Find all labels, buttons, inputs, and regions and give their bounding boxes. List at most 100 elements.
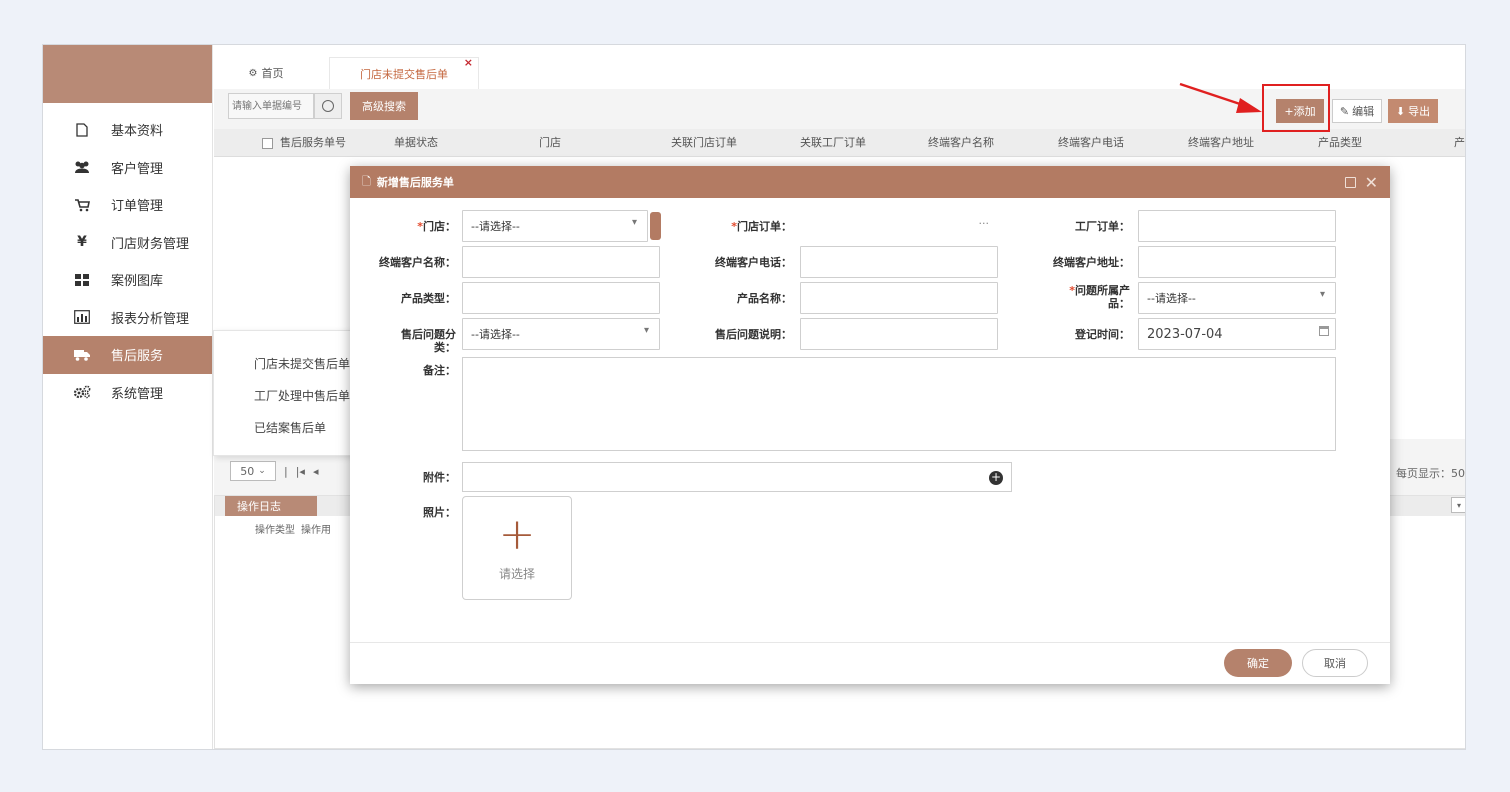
photo-placeholder: 请选择 — [498, 566, 535, 581]
register-time-value: 2023-07-04 — [1147, 326, 1223, 342]
column-header[interactable]: 终端客户名称 — [928, 129, 994, 157]
store-select-value: --请选择-- — [471, 220, 520, 233]
column-header[interactable]: 关联工厂订单 — [800, 129, 866, 157]
remarks-textarea[interactable] — [462, 357, 1336, 451]
customer-name-field[interactable] — [462, 246, 660, 278]
product-type-field[interactable] — [462, 282, 660, 314]
sidebar-nav: 基本资料 客户管理 订单管理 ¥ 门店财务管理 案例图库 报表分析管理 售后服务… — [43, 111, 212, 411]
cancel-button[interactable]: 取消 — [1302, 649, 1368, 677]
problem-category-value: --请选择-- — [471, 328, 520, 341]
page-size-info: 每页显示：50 — [1396, 467, 1465, 480]
gears-icon: ⚙ — [248, 67, 258, 79]
highlight-box — [1262, 84, 1330, 132]
photo-label: 照片： — [423, 506, 456, 519]
page-size-select[interactable]: 50 ⌄ — [230, 461, 276, 481]
photo-upload[interactable]: + 请选择 — [462, 496, 572, 600]
sidebar-item-reports[interactable]: 报表分析管理 — [43, 299, 212, 337]
tab-bar: ⚙ 首页 门店未提交售后单 × — [214, 45, 1465, 89]
sidebar-item-system[interactable]: 系统管理 — [43, 374, 212, 412]
calendar-icon[interactable] — [1319, 326, 1329, 336]
grid-header: 售后服务单号 单据状态 门店 关联门店订单 关联工厂订单 终端客户名称 终端客户… — [214, 129, 1465, 157]
first-page-icon[interactable]: |◂ — [296, 465, 305, 478]
sidebar-item-label: 案例图库 — [111, 274, 164, 290]
column-header[interactable]: 售后服务单号 — [280, 129, 346, 157]
tab-label: 门店未提交售后单 — [360, 67, 448, 81]
edit-icon: ✎ — [1339, 104, 1350, 118]
close-icon[interactable]: ✕ — [1365, 166, 1378, 198]
sidebar-item-orders[interactable]: 订单管理 — [43, 186, 212, 224]
problem-desc-label: 售后问题说明： — [715, 328, 792, 341]
tab-operation-log[interactable]: 操作日志 — [225, 496, 317, 516]
column-header[interactable]: 关联门店订单 — [671, 129, 737, 157]
close-icon[interactable]: × — [464, 56, 473, 69]
tab-store-unsubmitted[interactable]: 门店未提交售后单 × — [329, 56, 479, 89]
confirm-button[interactable]: 确定 — [1224, 649, 1292, 677]
sidebar-item-label: 客户管理 — [111, 161, 164, 177]
attachment-field[interactable]: + — [462, 462, 1012, 492]
sidebar-item-after-sales[interactable]: 售后服务 — [43, 336, 212, 374]
dialog-footer: 确定 取消 — [350, 642, 1390, 684]
file-icon: 🗋 — [362, 174, 371, 188]
pager-separator: | — [284, 464, 288, 478]
customer-address-label: 终端客户地址： — [1053, 256, 1130, 269]
problem-product-select[interactable]: --请选择-- — [1138, 282, 1336, 314]
problem-desc-field[interactable] — [800, 318, 998, 350]
search-button[interactable] — [314, 93, 342, 119]
logo — [43, 45, 212, 103]
column-header[interactable]: 产品类型 — [1318, 129, 1362, 157]
dialog-body: *门店： --请选择-- *门店订单： ··· 工厂订单： 终端客户名称： 终端… — [350, 198, 1390, 684]
product-name-field[interactable] — [800, 282, 998, 314]
column-header[interactable]: 终端客户地址 — [1188, 129, 1254, 157]
sidebar-item-label: 订单管理 — [111, 199, 164, 215]
store-select[interactable]: --请选择-- — [462, 210, 648, 242]
problem-product-label: *问题所属产 品： — [1069, 284, 1130, 310]
sidebar-item-label: 系统管理 — [111, 386, 164, 402]
sidebar-item-customers[interactable]: 客户管理 — [43, 149, 212, 187]
yen-icon: ¥ — [77, 234, 87, 251]
tab-home[interactable]: ⚙ 首页 — [226, 57, 306, 89]
problem-category-label: 售后问题分 类： — [401, 328, 456, 354]
search-input[interactable] — [228, 93, 314, 119]
users-icon — [71, 159, 93, 175]
log-column-header: 操作用 — [301, 524, 331, 536]
chevron-down-icon: ⌄ — [258, 466, 266, 476]
problem-category-select[interactable]: --请选择-- — [462, 318, 660, 350]
dialog-header: 🗋 新增售后服务单 ✕ — [350, 166, 1390, 198]
customer-phone-field[interactable] — [800, 246, 998, 278]
sidebar-item-label: 售后服务 — [111, 349, 164, 365]
add-circle-icon[interactable]: + — [989, 471, 1003, 485]
column-header[interactable]: 单据状态 — [394, 129, 438, 157]
dropdown-handle[interactable] — [650, 212, 661, 240]
edit-button[interactable]: ✎ 编辑 — [1332, 99, 1382, 123]
export-label: 导出 — [1408, 105, 1431, 118]
add-after-sales-dialog: 🗋 新增售后服务单 ✕ *门店： --请选择-- *门店订单： ··· 工厂订单… — [350, 166, 1390, 684]
cart-icon — [71, 197, 93, 213]
select-all-checkbox[interactable] — [262, 138, 273, 149]
column-header[interactable]: 产 — [1454, 129, 1465, 157]
download-icon: ⬇ — [1395, 104, 1406, 118]
maximize-icon[interactable] — [1345, 166, 1356, 198]
sidebar-item-gallery[interactable]: 案例图库 — [43, 261, 212, 299]
register-time-label: 登记时间： — [1075, 328, 1130, 341]
file-icon — [71, 122, 93, 138]
product-type-label: 产品类型： — [401, 292, 456, 305]
problem-product-value: --请选择-- — [1147, 292, 1196, 305]
search-icon — [322, 100, 334, 112]
factory-order-field[interactable] — [1138, 210, 1336, 242]
grid-icon — [71, 272, 93, 288]
chevron-down-icon[interactable]: ▾ — [1451, 497, 1465, 513]
column-header[interactable]: 门店 — [539, 129, 561, 157]
sidebar-item-finance[interactable]: ¥ 门店财务管理 — [43, 224, 212, 262]
column-header[interactable]: 终端客户电话 — [1058, 129, 1124, 157]
gears-icon — [71, 384, 93, 400]
advanced-search-button[interactable]: 高级搜索 — [350, 92, 418, 120]
register-time-field[interactable]: 2023-07-04 — [1138, 318, 1336, 350]
arrow-icon — [1179, 82, 1262, 113]
customer-name-label: 终端客户名称： — [379, 256, 456, 269]
export-button[interactable]: ⬇ 导出 — [1388, 99, 1438, 123]
more-icon[interactable]: ··· — [979, 217, 990, 230]
store-order-field[interactable]: ··· — [800, 210, 998, 242]
sidebar-item-basic-info[interactable]: 基本资料 — [43, 111, 212, 149]
customer-address-field[interactable] — [1138, 246, 1336, 278]
prev-page-icon[interactable]: ◂ — [313, 465, 319, 478]
